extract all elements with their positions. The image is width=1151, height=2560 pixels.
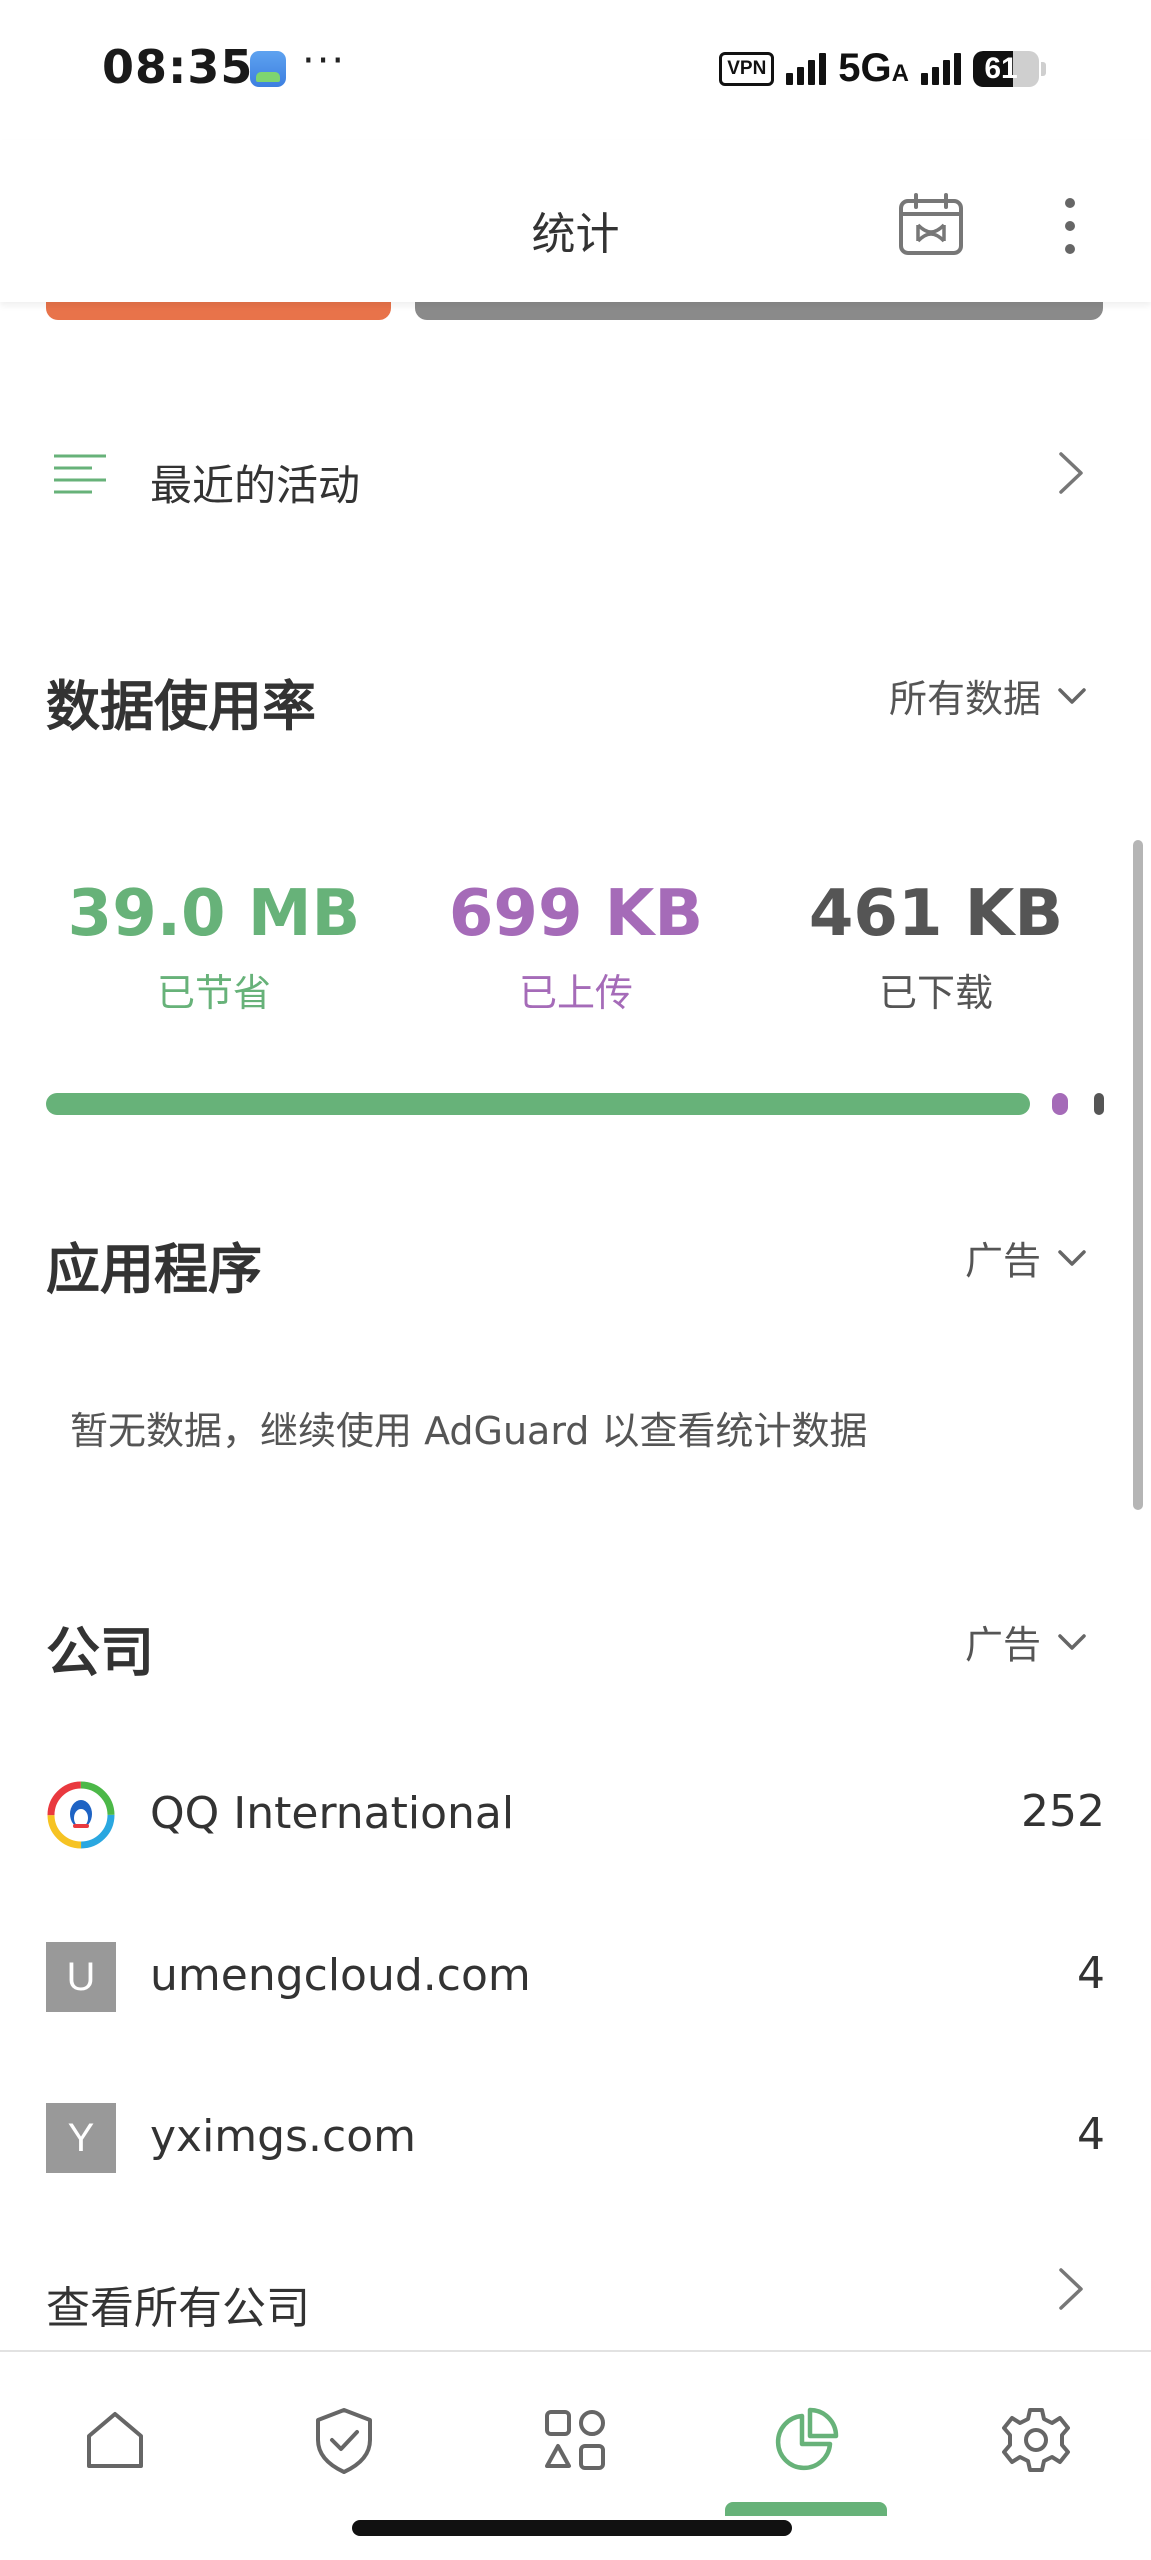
- company-count: 4: [1077, 1948, 1105, 1999]
- page-title: 统计: [531, 209, 620, 260]
- usage-bar-saved: [46, 1093, 1030, 1115]
- company-name: QQ International: [150, 1788, 515, 1839]
- stat-downloaded: 461 KB 已下载: [786, 872, 1086, 1017]
- company-row[interactable]: Y yximgs.com 4: [0, 2073, 1151, 2193]
- recent-activity-row[interactable]: 最近的活动: [0, 420, 1151, 530]
- signal-icon: [786, 52, 827, 85]
- signal-icon-2: [921, 52, 961, 85]
- statistics-icon[interactable]: [766, 2400, 846, 2480]
- usage-bar-uploaded: [1052, 1093, 1068, 1115]
- saved-value: 39.0 MB: [67, 877, 361, 951]
- chevron-down-icon: [1058, 1249, 1086, 1266]
- status-bar: 08:35 ··· VPN 5GA 61: [0, 0, 1151, 140]
- vpn-icon: VPN: [719, 51, 775, 86]
- usage-bar-downloaded: [1094, 1093, 1104, 1115]
- battery-percent: 61: [984, 51, 1018, 85]
- uploaded-label: 已上传: [518, 971, 633, 1015]
- stat-saved: 39.0 MB 已节省: [64, 872, 364, 1017]
- chevron-right-icon: [1059, 452, 1083, 494]
- battery-tip: [1041, 61, 1046, 76]
- data-usage-title: 数据使用率: [46, 675, 316, 738]
- company-letter-logo: Y: [46, 2103, 116, 2173]
- battery-icon: 61: [973, 50, 1039, 87]
- applications-title: 应用程序: [46, 1238, 262, 1301]
- statistics-screen: 08:35 ··· VPN 5GA 61 统计 最近的活动 数据使用率 所有数据…: [0, 0, 1151, 2560]
- scrollbar[interactable]: [1133, 840, 1143, 1510]
- company-name: umengcloud.com: [150, 1950, 531, 2001]
- apps-icon[interactable]: [535, 2400, 615, 2480]
- more-notifications-icon: ···: [302, 38, 347, 84]
- applications-filter[interactable]: 广告: [965, 1230, 1087, 1285]
- status-time: 08:35: [102, 40, 254, 94]
- chevron-down-icon: [1058, 687, 1086, 704]
- chevron-right-icon: [1059, 2268, 1083, 2310]
- data-usage-filter-label: 所有数据: [888, 677, 1041, 721]
- view-all-companies-row[interactable]: 查看所有公司: [0, 2250, 1151, 2350]
- active-tab-indicator: [725, 2502, 887, 2516]
- view-all-companies-label: 查看所有公司: [46, 2283, 310, 2334]
- list-icon: [54, 454, 106, 494]
- downloaded-label: 已下载: [878, 971, 993, 1015]
- data-usage-filter[interactable]: 所有数据: [889, 668, 1087, 723]
- home-gesture-bar[interactable]: [352, 2520, 792, 2536]
- companies-title: 公司: [46, 1621, 154, 1684]
- company-count: 252: [1021, 1786, 1105, 1837]
- saved-label: 已节省: [156, 971, 271, 1015]
- calendar-icon[interactable]: [898, 192, 964, 256]
- applications-filter-label: 广告: [964, 1239, 1041, 1283]
- company-row[interactable]: U umengcloud.com 4: [0, 1912, 1151, 2032]
- companies-filter[interactable]: 广告: [965, 1614, 1087, 1669]
- settings-icon[interactable]: [996, 2400, 1076, 2480]
- qq-logo-icon: [47, 1781, 115, 1849]
- applications-empty-text: 暂无数据，继续使用 AdGuard 以查看统计数据: [70, 1409, 868, 1453]
- company-name: yximgs.com: [150, 2111, 416, 2162]
- uploaded-value: 699 KB: [448, 877, 704, 951]
- stat-uploaded: 699 KB 已上传: [426, 872, 726, 1017]
- more-vertical-icon[interactable]: [1050, 195, 1090, 257]
- shield-check-icon[interactable]: [304, 2400, 384, 2480]
- company-count: 4: [1077, 2109, 1105, 2160]
- gallery-notification-icon: [250, 51, 286, 87]
- recent-activity-label: 最近的活动: [150, 461, 361, 510]
- chevron-down-icon: [1058, 1633, 1086, 1650]
- home-icon[interactable]: [75, 2400, 155, 2480]
- companies-filter-label: 广告: [964, 1623, 1041, 1667]
- network-type-label: 5GA: [838, 46, 909, 90]
- status-indicators: VPN 5GA 61: [719, 46, 1046, 91]
- company-row[interactable]: QQ International 252: [0, 1750, 1151, 1870]
- downloaded-value: 461 KB: [808, 877, 1064, 951]
- company-letter-logo: U: [46, 1942, 116, 2012]
- app-header: 统计: [0, 140, 1151, 302]
